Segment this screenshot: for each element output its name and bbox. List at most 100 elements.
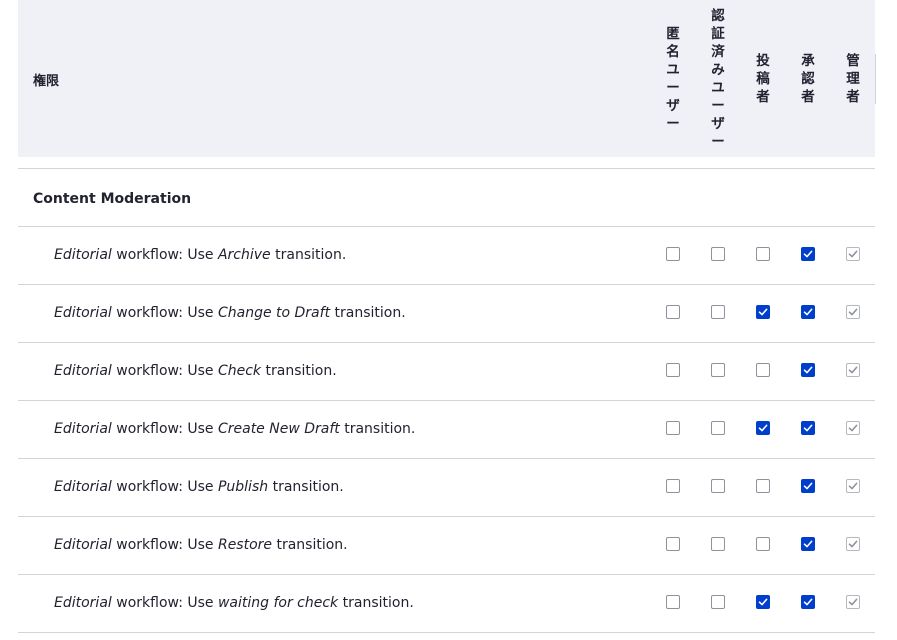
permission-checkbox[interactable] <box>801 537 815 551</box>
role-header-char: 者 <box>846 88 860 105</box>
label-middle: workflow: Use <box>111 537 218 553</box>
permission-checkbox[interactable] <box>711 421 725 435</box>
label-suffix: transition. <box>261 363 337 379</box>
permission-checkbox[interactable] <box>711 537 725 551</box>
transition-name: Check <box>217 363 262 379</box>
label-suffix: transition. <box>272 537 348 553</box>
permission-checkbox[interactable] <box>666 247 680 261</box>
admin-checkbox-disabled <box>846 479 860 493</box>
table-header: 権限 匿名ユーザー認証済みユーザー投稿者承認者管理者 <box>18 0 875 157</box>
workflow-name: Editorial <box>54 305 112 321</box>
label-middle: workflow: Use <box>111 247 218 263</box>
permission-row: Editorial workflow: Use Change to Draft … <box>18 284 875 343</box>
label-suffix: transition. <box>270 247 347 263</box>
permission-checkbox[interactable] <box>801 421 815 435</box>
role-header-char: 認 <box>801 70 815 87</box>
permission-row: Editorial workflow: Use Archive transiti… <box>18 226 875 285</box>
label-middle: workflow: Use <box>111 421 218 437</box>
permission-checkbox[interactable] <box>756 363 770 377</box>
admin-checkbox-disabled <box>846 305 860 319</box>
permission-checkbox[interactable] <box>711 595 725 609</box>
section-title: Content Moderation <box>33 191 192 207</box>
role-header-3: 承認者 <box>796 0 820 157</box>
permission-row: Editorial workflow: Use Restore transiti… <box>18 516 875 575</box>
permission-label: Editorial workflow: Use Create New Draft… <box>54 421 415 437</box>
workflow-name: Editorial <box>54 479 112 495</box>
permission-checkbox[interactable] <box>801 595 815 609</box>
permission-checkbox[interactable] <box>801 247 815 261</box>
header-column-divider <box>875 54 876 104</box>
permission-checkbox[interactable] <box>756 479 770 493</box>
workflow-name: Editorial <box>54 421 112 437</box>
label-suffix: transition. <box>338 595 414 611</box>
permission-checkbox[interactable] <box>801 363 815 377</box>
permission-checkbox[interactable] <box>666 363 680 377</box>
permission-checkbox[interactable] <box>756 537 770 551</box>
permission-checkbox[interactable] <box>666 305 680 319</box>
permission-checkbox[interactable] <box>711 305 725 319</box>
label-middle: workflow: Use <box>111 479 218 495</box>
permission-checkbox[interactable] <box>711 363 725 377</box>
workflow-name: Editorial <box>54 247 112 263</box>
header-gap <box>18 157 875 168</box>
table-bottom-border <box>18 632 875 633</box>
admin-checkbox-disabled <box>846 537 860 551</box>
label-middle: workflow: Use <box>111 595 218 611</box>
admin-checkbox-disabled <box>846 421 860 435</box>
permission-checkbox[interactable] <box>756 247 770 261</box>
permission-column-header: 権限 <box>33 74 60 89</box>
permission-checkbox[interactable] <box>666 479 680 493</box>
permission-checkbox[interactable] <box>756 305 770 319</box>
role-header-0: 匿名ユーザー <box>661 0 685 157</box>
permission-checkbox[interactable] <box>711 479 725 493</box>
permission-checkbox[interactable] <box>666 421 680 435</box>
label-middle: workflow: Use <box>111 305 218 321</box>
role-header-char: ユ <box>711 79 725 96</box>
role-header-char: 認 <box>711 7 725 24</box>
role-header-char: 者 <box>756 88 770 105</box>
permission-row: Editorial workflow: Use Publish transiti… <box>18 458 875 517</box>
permission-label: Editorial workflow: Use Restore transiti… <box>54 537 348 553</box>
label-suffix: transition. <box>339 421 416 437</box>
transition-name: Change to Draft <box>217 305 331 321</box>
permission-checkbox[interactable] <box>801 305 815 319</box>
permission-checkbox[interactable] <box>756 595 770 609</box>
transition-name: Restore <box>217 537 273 553</box>
role-header-char: 者 <box>801 88 815 105</box>
permission-checkbox[interactable] <box>801 479 815 493</box>
permission-label: Editorial workflow: Use Publish transiti… <box>54 479 344 495</box>
role-header-1: 認証済みユーザー <box>706 0 730 157</box>
permission-label: Editorial workflow: Use waiting for chec… <box>54 595 414 611</box>
transition-name: Create New Draft <box>217 421 340 437</box>
transition-name: Archive <box>217 247 271 263</box>
permission-row: Editorial workflow: Use waiting for chec… <box>18 574 875 633</box>
role-header-char: ザ <box>711 115 725 132</box>
section-row: Content Moderation <box>18 168 875 227</box>
permission-checkbox[interactable] <box>666 537 680 551</box>
role-header-char: ー <box>711 97 725 114</box>
label-middle: workflow: Use <box>111 363 218 379</box>
permission-checkbox[interactable] <box>711 247 725 261</box>
role-header-2: 投稿者 <box>751 0 775 157</box>
permission-checkbox[interactable] <box>666 595 680 609</box>
admin-checkbox-disabled <box>846 595 860 609</box>
permission-label: Editorial workflow: Use Check transition… <box>54 363 337 379</box>
role-header-char: ユ <box>666 61 680 78</box>
role-header-char: 管 <box>846 52 860 69</box>
role-header-char: 承 <box>801 52 815 69</box>
workflow-name: Editorial <box>54 537 112 553</box>
role-header-char: 理 <box>846 70 860 87</box>
role-header-char: 証 <box>711 25 725 42</box>
label-suffix: transition. <box>268 479 344 495</box>
label-suffix: transition. <box>330 305 406 321</box>
permission-checkbox[interactable] <box>756 421 770 435</box>
role-header-char: 匿 <box>666 25 680 42</box>
transition-name: Publish <box>217 479 269 495</box>
role-header-char: ー <box>666 115 680 132</box>
workflow-name: Editorial <box>54 363 112 379</box>
workflow-name: Editorial <box>54 595 112 611</box>
permission-label: Editorial workflow: Use Archive transiti… <box>54 247 346 263</box>
role-header-char: 投 <box>756 52 770 69</box>
role-header-char: ー <box>666 79 680 96</box>
role-header-char: ー <box>711 133 725 150</box>
